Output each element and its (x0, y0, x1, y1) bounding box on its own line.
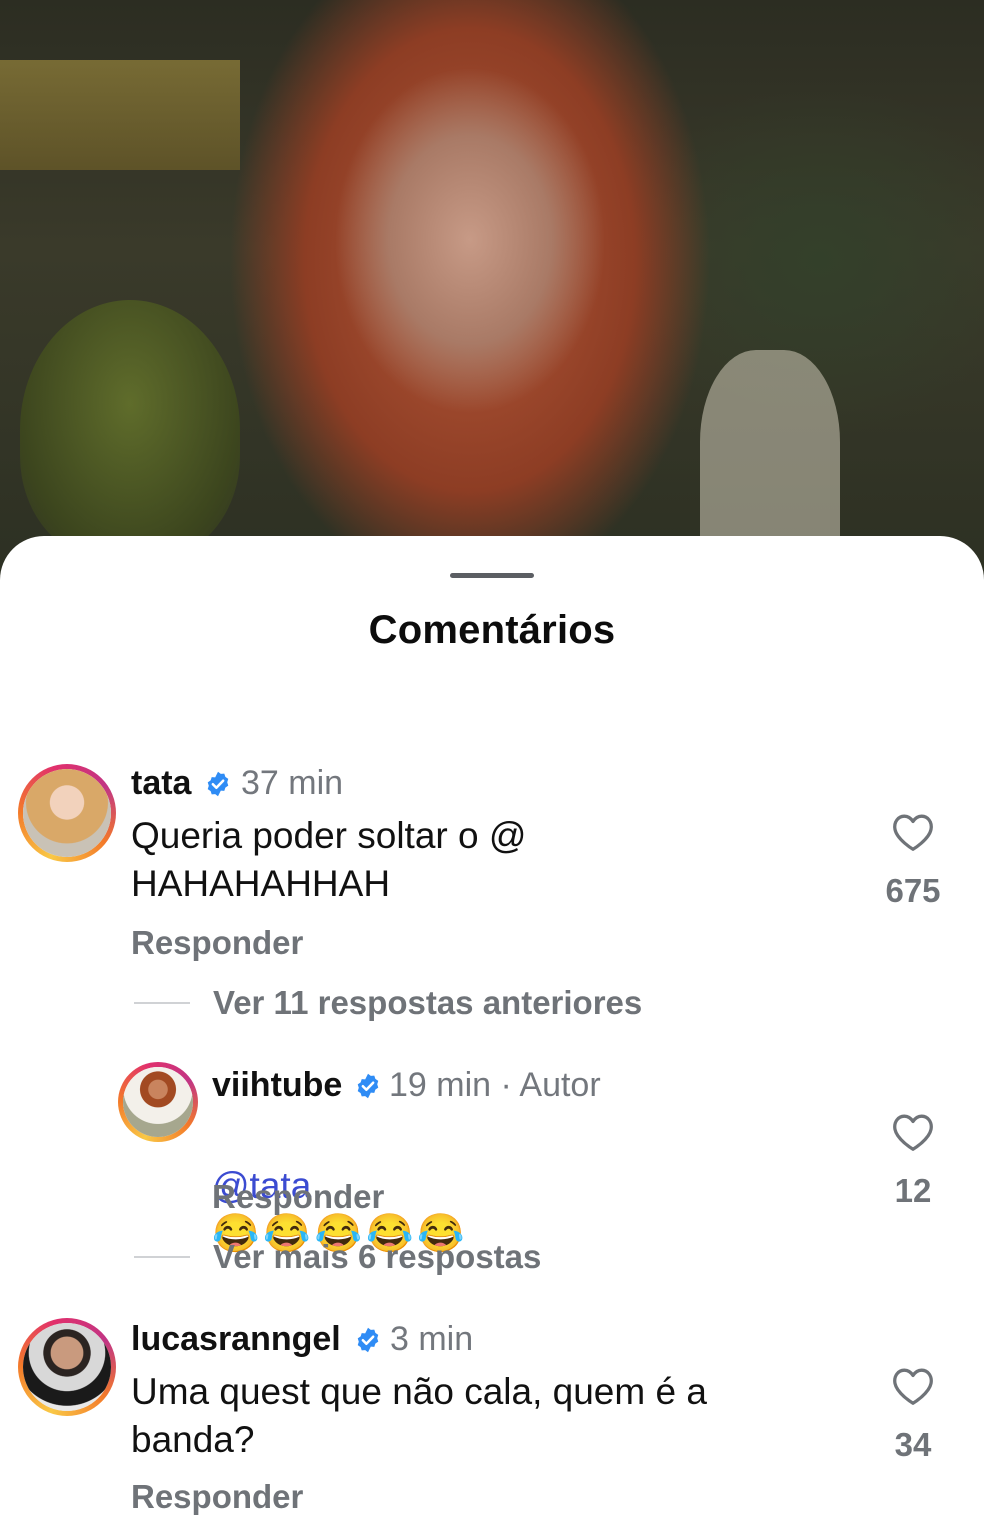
background-shrub (20, 300, 240, 560)
view-previous-replies-button[interactable]: Ver 11 respostas anteriores (213, 984, 642, 1022)
verified-badge-icon (357, 1327, 379, 1353)
replies-divider (134, 1256, 190, 1258)
comment-username[interactable]: viihtube (212, 1066, 342, 1105)
avatar-image (123, 1067, 193, 1137)
avatar-image (23, 769, 111, 857)
reply-button[interactable]: Responder (212, 1178, 384, 1216)
sheet-title: Comentários (368, 608, 616, 652)
like-count: 12 (894, 1172, 932, 1209)
verified-badge-icon (357, 1073, 379, 1099)
comment-text: Uma quest que não cala, quem é a banda? (131, 1371, 707, 1460)
comment-timestamp: 19 min · Autor (389, 1066, 601, 1104)
avatar-image (23, 1323, 111, 1411)
comments-sheet: Comentários tata 37 min Queria poder sol… (0, 536, 984, 1537)
reply-button[interactable]: Responder (131, 1478, 303, 1516)
reply-button[interactable]: Responder (131, 924, 303, 962)
view-more-replies-button[interactable]: Ver mais 6 respostas (213, 1238, 541, 1276)
avatar[interactable] (18, 764, 116, 862)
like-count: 34 (894, 1426, 932, 1463)
heart-outline-icon[interactable] (891, 1112, 935, 1152)
sheet-grabber-handle[interactable] (450, 573, 534, 578)
avatar[interactable] (118, 1062, 198, 1142)
comment-timestamp: 37 min (241, 764, 344, 802)
heart-outline-icon[interactable] (891, 1366, 935, 1406)
heart-outline-icon[interactable] (891, 812, 935, 852)
like-count: 675 (885, 872, 941, 909)
video-background[interactable] (0, 0, 984, 620)
comment-username[interactable]: tata (131, 764, 191, 803)
avatar[interactable] (18, 1318, 116, 1416)
comment-text: Queria poder soltar o @ HAHAHAHHAH (131, 815, 527, 904)
replies-divider (134, 1002, 190, 1004)
verified-badge-icon (207, 771, 229, 797)
background-awning (0, 60, 240, 170)
comment-username[interactable]: lucasranngel (131, 1320, 341, 1359)
comment-timestamp: 3 min (390, 1320, 474, 1358)
